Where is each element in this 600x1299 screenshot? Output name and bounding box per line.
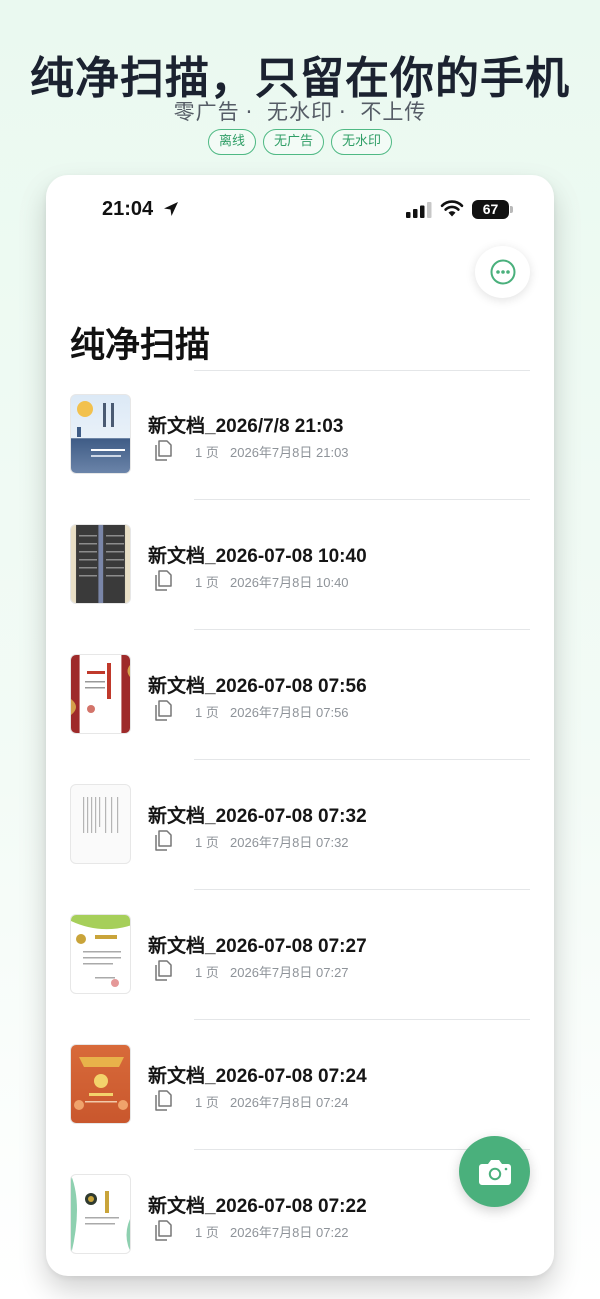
page-title: 纯净扫描 — [70, 326, 211, 366]
document-pages-icon — [155, 440, 172, 461]
status-bar: 21:04 67 — [46, 175, 554, 245]
document-name: 新文档_2026/7/8 21:03 — [148, 416, 344, 437]
document-name: 新文档_2026-07-08 07:56 — [148, 676, 367, 697]
document-date: 2026年7月8日 07:22 — [230, 1225, 349, 1240]
document-date: 2026年7月8日 07:27 — [230, 965, 349, 980]
wifi-icon — [440, 200, 464, 217]
document-row[interactable]: 新文档_2026-07-08 07:27 1 页 2026年7月8日 07:27 — [46, 890, 554, 1020]
scan-camera-button[interactable] — [459, 1136, 530, 1207]
document-pages-icon — [155, 1090, 172, 1111]
promo-subtitle: 零广告 · 无水印 · 不上传 — [173, 100, 427, 124]
document-thumbnail — [70, 1174, 131, 1254]
document-name: 新文档_2026-07-08 10:40 — [148, 546, 367, 567]
document-date: 2026年7月8日 21:03 — [230, 445, 349, 460]
document-name: 新文档_2026-07-08 07:24 — [148, 1066, 367, 1087]
document-name: 新文档_2026-07-08 07:27 — [148, 936, 367, 957]
tag-no-watermark: 无水印 — [331, 129, 393, 155]
document-date: 2026年7月8日 07:24 — [230, 1095, 349, 1110]
tag-no-ads: 无广告 — [262, 129, 324, 155]
document-thumbnail — [70, 654, 131, 734]
document-row[interactable]: 新文档_2026/7/8 21:03 1 页 2026年7月8日 21:03 — [46, 370, 554, 500]
promo-subtitle-item: 不上传 — [360, 100, 427, 124]
document-name: 新文档_2026-07-08 07:22 — [148, 1196, 367, 1217]
document-pages-icon — [155, 830, 172, 851]
cellular-signal-icon — [406, 202, 432, 218]
location-arrow-icon — [164, 202, 178, 216]
more-options-button[interactable] — [475, 246, 530, 298]
tag-offline: 离线 — [207, 129, 256, 155]
camera-icon — [478, 1159, 511, 1185]
document-thumbnail — [70, 1044, 131, 1124]
promo-tags: 离线 无广告 无水印 — [0, 129, 600, 155]
document-pages-icon — [155, 960, 172, 981]
document-page-count: 1 页 — [195, 575, 219, 590]
document-date: 2026年7月8日 07:32 — [230, 835, 349, 850]
document-page-count: 1 页 — [195, 445, 219, 460]
document-row[interactable]: 新文档_2026-07-08 10:40 1 页 2026年7月8日 10:40 — [46, 500, 554, 630]
document-pages-icon — [155, 1220, 172, 1241]
battery-indicator: 67 — [472, 200, 513, 219]
document-row[interactable]: 新文档_2026-07-08 07:24 1 页 2026年7月8日 07:24 — [46, 1020, 554, 1150]
ellipsis-circle-icon — [490, 259, 515, 285]
document-row[interactable]: 新文档_2026-07-08 07:32 1 页 2026年7月8日 07:32 — [46, 760, 554, 890]
document-thumbnail — [70, 524, 131, 604]
document-page-count: 1 页 — [195, 1095, 219, 1110]
document-thumbnail — [70, 394, 131, 474]
document-page-count: 1 页 — [195, 705, 219, 720]
phone-screen: 21:04 67 纯净扫描 新文档_2026/7/8 21:03 1 页 202… — [46, 175, 554, 1276]
document-thumbnail — [70, 784, 131, 864]
document-name: 新文档_2026-07-08 07:32 — [148, 806, 367, 827]
status-time: 21:04 — [102, 198, 154, 220]
document-pages-icon — [155, 570, 172, 591]
document-thumbnail — [70, 914, 131, 994]
document-page-count: 1 页 — [195, 835, 219, 850]
promo-subtitle-item: 无水印 — [267, 100, 333, 124]
document-pages-icon — [155, 700, 172, 721]
document-row[interactable]: 新文档_2026-07-08 07:56 1 页 2026年7月8日 07:56 — [46, 630, 554, 760]
document-date: 2026年7月8日 10:40 — [230, 575, 349, 590]
document-page-count: 1 页 — [195, 1225, 219, 1240]
promo-subtitle-item: 零广告 — [173, 100, 240, 124]
document-date: 2026年7月8日 07:56 — [230, 705, 349, 720]
document-page-count: 1 页 — [195, 965, 219, 980]
